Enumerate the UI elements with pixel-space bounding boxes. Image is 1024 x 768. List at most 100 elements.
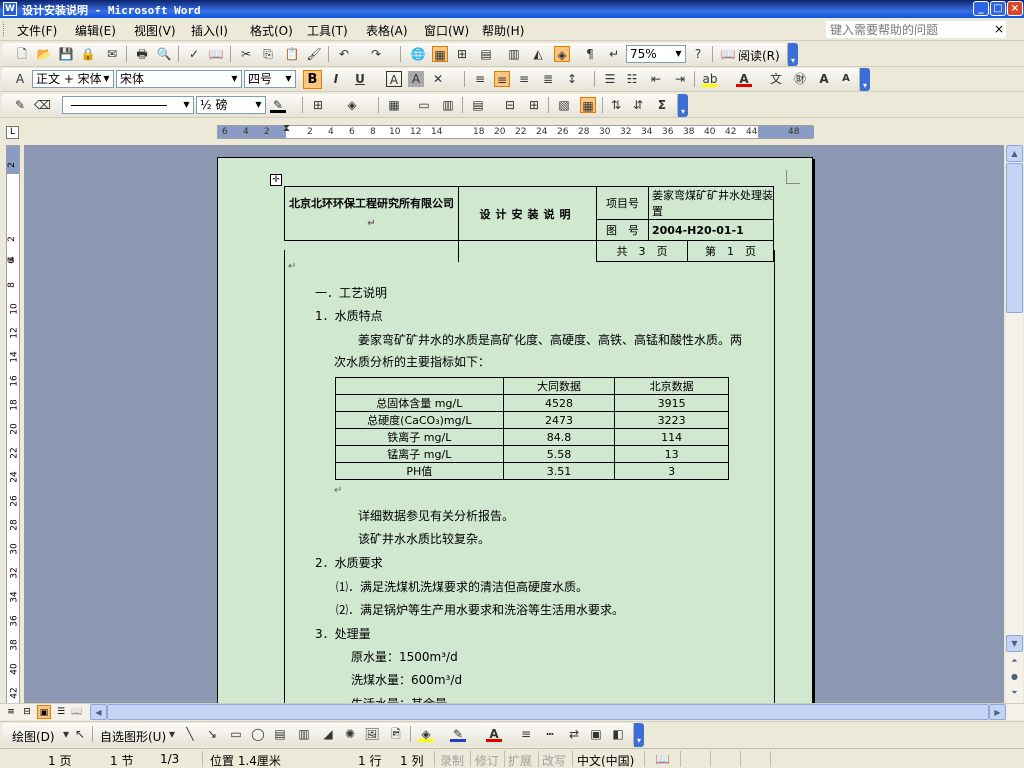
tab-stop-selector[interactable]: L bbox=[6, 126, 19, 139]
hscroll-thumb[interactable] bbox=[107, 704, 989, 720]
next-page-icon[interactable]: ⏷ bbox=[1006, 685, 1023, 702]
dash-style-icon[interactable]: ┅ bbox=[542, 726, 558, 742]
research-icon[interactable]: 📖 bbox=[208, 46, 224, 62]
horizontal-scrollbar[interactable]: ◀ ▶ bbox=[90, 704, 1006, 720]
table-cell[interactable]: 4528 bbox=[502, 394, 616, 412]
help-icon[interactable]: ? bbox=[690, 46, 706, 62]
drawing-icon[interactable]: ◭ bbox=[530, 46, 546, 62]
table-cell[interactable]: 3915 bbox=[614, 394, 729, 412]
table-cell[interactable]: 总硬度(CaCO₃)mg/L bbox=[335, 411, 504, 429]
line-icon[interactable]: ╲ bbox=[182, 726, 198, 742]
section-heading[interactable]: 一．工艺说明 bbox=[315, 284, 387, 301]
body-paragraph[interactable]: 该矿井水水质比较复杂。 bbox=[358, 530, 490, 547]
toolbar-options-icon[interactable]: ▾ bbox=[788, 43, 798, 66]
drawing-label-cell[interactable]: 图 号 bbox=[596, 219, 649, 241]
increase-indent-icon[interactable]: ⇥ bbox=[672, 71, 688, 87]
line-style-icon[interactable]: ≡ bbox=[518, 726, 534, 742]
border-color-icon[interactable]: ✎ bbox=[270, 97, 286, 113]
menu-view[interactable]: 视图(V) bbox=[134, 22, 176, 39]
total-pages-cell[interactable]: 共 3 页 bbox=[596, 240, 688, 262]
subheading-water-requirement[interactable]: 2．水质要求 bbox=[315, 554, 383, 571]
merge-cells-icon[interactable]: ▭ bbox=[416, 97, 432, 113]
decrease-indent-icon[interactable]: ⇤ bbox=[648, 71, 664, 87]
table-cell[interactable]: 锰离子 mg/L bbox=[335, 445, 504, 463]
paste-icon[interactable]: 📋 bbox=[284, 46, 300, 62]
arrow-style-icon[interactable]: ⇄ bbox=[566, 726, 582, 742]
char-border-icon[interactable]: A bbox=[386, 71, 402, 87]
line-spacing-icon[interactable]: ↕ bbox=[564, 71, 580, 87]
email-icon[interactable]: ✉ bbox=[104, 46, 120, 62]
read-icon[interactable]: 📖 bbox=[720, 46, 736, 62]
draw-menu-button[interactable]: 绘图(D) bbox=[12, 728, 55, 745]
requirement-item[interactable]: ⑴．满足洗煤机洗煤要求的清洁但高硬度水质。 bbox=[336, 578, 588, 595]
toolbar-options-icon[interactable]: ▾ bbox=[634, 723, 644, 747]
table-header-cell[interactable]: 北京数据 bbox=[614, 377, 729, 395]
select-objects-icon[interactable]: ↖ bbox=[72, 726, 88, 742]
diagram-icon[interactable]: ✺ bbox=[342, 726, 358, 742]
tables-borders-icon[interactable]: ▦ bbox=[432, 46, 448, 62]
highlight-icon[interactable]: ab bbox=[702, 71, 718, 87]
status-language[interactable]: 中文(中国) bbox=[577, 752, 634, 768]
capacity-item[interactable]: 原水量：1500m³/d bbox=[351, 648, 458, 665]
show-gridlines-icon[interactable]: ▦ bbox=[580, 97, 596, 113]
distributed-icon[interactable]: ≣ bbox=[540, 71, 556, 87]
scroll-right-icon[interactable]: ▶ bbox=[989, 704, 1006, 720]
picture-icon[interactable]: 🖻 bbox=[388, 726, 404, 742]
char-scale-icon[interactable]: ✕ bbox=[430, 71, 446, 87]
line-color-icon[interactable]: ✎ bbox=[450, 726, 466, 742]
font-select[interactable]: 宋体 ▼ bbox=[116, 70, 242, 88]
minimize-button[interactable]: _ bbox=[973, 1, 989, 16]
align-right-icon[interactable]: ≡ bbox=[516, 71, 532, 87]
text-box-icon[interactable]: ▤ bbox=[272, 726, 288, 742]
oval-icon[interactable]: ◯ bbox=[250, 726, 266, 742]
requirement-item[interactable]: ⑵．满足锅炉等生产用水要求和洗浴等生活用水要求。 bbox=[336, 601, 624, 618]
style-select[interactable]: 正文 + 宋体 ▼ bbox=[32, 70, 114, 88]
line-weight-select[interactable]: ½ 磅 ▼ bbox=[196, 96, 266, 114]
read-button[interactable]: 阅读(R) bbox=[738, 47, 780, 64]
scroll-down-icon[interactable]: ▼ bbox=[1006, 635, 1023, 652]
vertical-scrollbar[interactable]: ▲ ▼ ⏶ ● ⏷ bbox=[1006, 145, 1023, 703]
new-document-icon[interactable]: 🗋 bbox=[14, 46, 30, 62]
numbering-icon[interactable]: ☰ bbox=[602, 71, 618, 87]
save-icon[interactable]: 💾 bbox=[58, 46, 74, 62]
menu-help[interactable]: 帮助(H) bbox=[482, 22, 524, 39]
distribute-columns-icon[interactable]: ⊞ bbox=[526, 97, 542, 113]
line-style-select[interactable]: ▼ bbox=[62, 96, 194, 114]
autoformat-icon[interactable]: ▧ bbox=[556, 97, 572, 113]
arrow-icon[interactable]: ↘ bbox=[204, 726, 220, 742]
body-paragraph[interactable]: 详细数据参见有关分析报告。 bbox=[358, 507, 514, 524]
toolbar-options-icon[interactable]: ▾ bbox=[678, 94, 688, 117]
format-painter-icon[interactable]: 🖌 bbox=[306, 46, 322, 62]
maximize-button[interactable]: □ bbox=[990, 1, 1006, 16]
help-close-icon[interactable]: × bbox=[994, 22, 1004, 36]
vertical-ruler[interactable]: 2 2 4 6 8 10 12 14 16 18 20 22 24 26 28 … bbox=[6, 145, 20, 705]
document-page[interactable]: ✛ 北京北环环保工程研究所有限公司↵ 设计安装说明 项目号 姜家弯煤矿矿井水处理… bbox=[217, 157, 813, 703]
status-track-changes[interactable]: 修订 bbox=[475, 752, 499, 768]
company-name-cell[interactable]: 北京北环环保工程研究所有限公司↵ bbox=[284, 186, 459, 241]
header-table[interactable]: 北京北环环保工程研究所有限公司↵ 设计安装说明 项目号 姜家弯煤矿矿井水处理装置… bbox=[284, 186, 774, 262]
previous-page-icon[interactable]: ⏶ bbox=[1006, 653, 1023, 670]
capacity-item[interactable]: 生活水量：其余量 bbox=[351, 695, 447, 703]
phonetic-guide-icon[interactable]: 文 bbox=[768, 71, 784, 87]
web-view-icon[interactable]: ⊟ bbox=[20, 705, 34, 719]
body-paragraph[interactable]: 姜家弯矿矿井水的水质是高矿化度、高硬度、高铁、高锰和酸性水质。两 bbox=[358, 331, 742, 348]
project-label-cell[interactable]: 项目号 bbox=[596, 186, 649, 220]
outside-border-icon[interactable]: ⊞ bbox=[310, 97, 326, 113]
sort-ascending-icon[interactable]: ⇅ bbox=[608, 97, 624, 113]
draw-table-icon[interactable]: ✎ bbox=[12, 97, 28, 113]
table-cell[interactable]: 铁离子 mg/L bbox=[335, 428, 504, 446]
print-icon[interactable]: 🖶 bbox=[134, 46, 150, 62]
print-preview-icon[interactable]: 🔍 bbox=[156, 46, 172, 62]
fill-color-icon[interactable]: ◈ bbox=[418, 726, 434, 742]
copy-icon[interactable]: ⎘ bbox=[260, 46, 276, 62]
insert-table-menu-icon[interactable]: ▦ bbox=[386, 97, 402, 113]
insert-table-icon[interactable]: ⊞ bbox=[454, 46, 470, 62]
outline-view-icon[interactable]: ☰ bbox=[54, 705, 68, 719]
table-cell[interactable]: 3223 bbox=[614, 411, 729, 429]
browse-object-icon[interactable]: ● bbox=[1006, 669, 1023, 686]
horizontal-ruler[interactable]: 6 4 2 2 4 6 8 10 12 14 18 20 22 24 26 28… bbox=[217, 123, 814, 139]
bold-button[interactable]: B bbox=[303, 70, 322, 89]
scroll-thumb[interactable] bbox=[1006, 163, 1023, 313]
rectangle-icon[interactable]: ▭ bbox=[228, 726, 244, 742]
insert-excel-icon[interactable]: ▤ bbox=[478, 46, 494, 62]
